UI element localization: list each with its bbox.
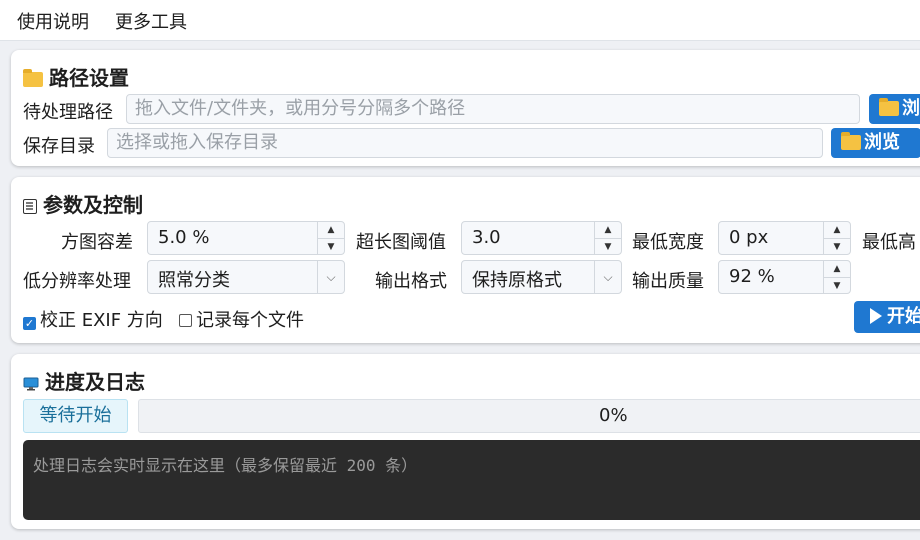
checkbox-empty-icon[interactable] — [179, 314, 192, 327]
long-threshold-stepper[interactable]: 3.0 ▲ ▼ — [461, 221, 622, 255]
record-checkbox[interactable]: 记录每个文件 — [179, 306, 304, 332]
min-width-label: 最低宽度 — [632, 232, 704, 253]
path-settings-card: 路径设置 待处理路径 拖入文件/文件夹，或用分号分隔多个路径 浏 保存目录 选择… — [11, 50, 920, 166]
format-select[interactable]: 保持原格式 ⌵ — [461, 260, 622, 294]
quality-stepper[interactable]: 92 % ▲ ▼ — [718, 260, 851, 294]
stepper-up-icon[interactable]: ▲ — [318, 222, 344, 239]
output-dir-label: 保存目录 — [23, 136, 95, 157]
params-title: 参数及控制 — [23, 189, 143, 218]
params-card: 参数及控制 方图容差 5.0 % ▲ ▼ 超长图阈值 3.0 ▲ ▼ 最低宽度 0 … — [11, 177, 920, 343]
monitor-icon — [23, 376, 39, 392]
progress-card: 进度及日志 等待开始 0% 处理日志会实时显示在这里（最多保留最近 200 条） — [11, 354, 920, 529]
input-path-label: 待处理路径 — [23, 102, 113, 123]
tolerance-stepper[interactable]: 5.0 % ▲ ▼ — [147, 221, 345, 255]
progress-text: 0% — [599, 405, 628, 426]
stepper-up-icon[interactable]: ▲ — [824, 261, 850, 278]
tolerance-label: 方图容差 — [61, 232, 133, 253]
path-settings-title: 路径设置 — [23, 62, 129, 91]
menu-more-tools[interactable]: 更多工具 — [115, 8, 187, 34]
progress-title: 进度及日志 — [23, 366, 145, 395]
stepper-down-icon[interactable]: ▼ — [318, 239, 344, 255]
stepper-down-icon[interactable]: ▼ — [595, 239, 621, 255]
menu-help[interactable]: 使用说明 — [17, 8, 89, 34]
folder-icon — [879, 98, 899, 116]
output-browse-button[interactable]: 浏览 — [831, 128, 920, 158]
start-button[interactable]: 开始 — [854, 301, 920, 333]
checkbox-checked-icon[interactable]: ✓ — [23, 317, 36, 330]
play-icon — [870, 308, 882, 324]
min-height-label: 最低高 — [862, 232, 916, 253]
status-badge: 等待开始 — [23, 399, 128, 433]
lowres-select[interactable]: 照常分类 ⌵ — [147, 260, 345, 294]
format-label: 输出格式 — [375, 271, 447, 292]
menu-bar: 使用说明 更多工具 — [0, 0, 920, 41]
long-threshold-label: 超长图阈值 — [356, 232, 446, 253]
stepper-down-icon[interactable]: ▼ — [824, 278, 850, 294]
min-width-stepper[interactable]: 0 px ▲ ▼ — [718, 221, 851, 255]
list-icon — [23, 199, 37, 214]
progress-bar: 0% — [138, 399, 920, 433]
stepper-up-icon[interactable]: ▲ — [824, 222, 850, 239]
chevron-down-icon: ⌵ — [317, 261, 344, 293]
stepper-down-icon[interactable]: ▼ — [824, 239, 850, 255]
chevron-down-icon: ⌵ — [594, 261, 621, 293]
input-path-field[interactable]: 拖入文件/文件夹，或用分号分隔多个路径 — [126, 94, 860, 124]
lowres-label: 低分辨率处理 — [23, 271, 131, 292]
folder-icon — [23, 69, 43, 87]
quality-label: 输出质量 — [632, 271, 704, 292]
exif-checkbox[interactable]: ✓ 校正 EXIF 方向 — [23, 306, 163, 332]
stepper-up-icon[interactable]: ▲ — [595, 222, 621, 239]
log-placeholder: 处理日志会实时显示在这里（最多保留最近 200 条） — [33, 456, 418, 475]
input-browse-button[interactable]: 浏 — [869, 94, 920, 124]
output-dir-field[interactable]: 选择或拖入保存目录 — [107, 128, 823, 158]
folder-icon — [841, 132, 861, 150]
log-area[interactable]: 处理日志会实时显示在这里（最多保留最近 200 条） — [23, 440, 920, 520]
